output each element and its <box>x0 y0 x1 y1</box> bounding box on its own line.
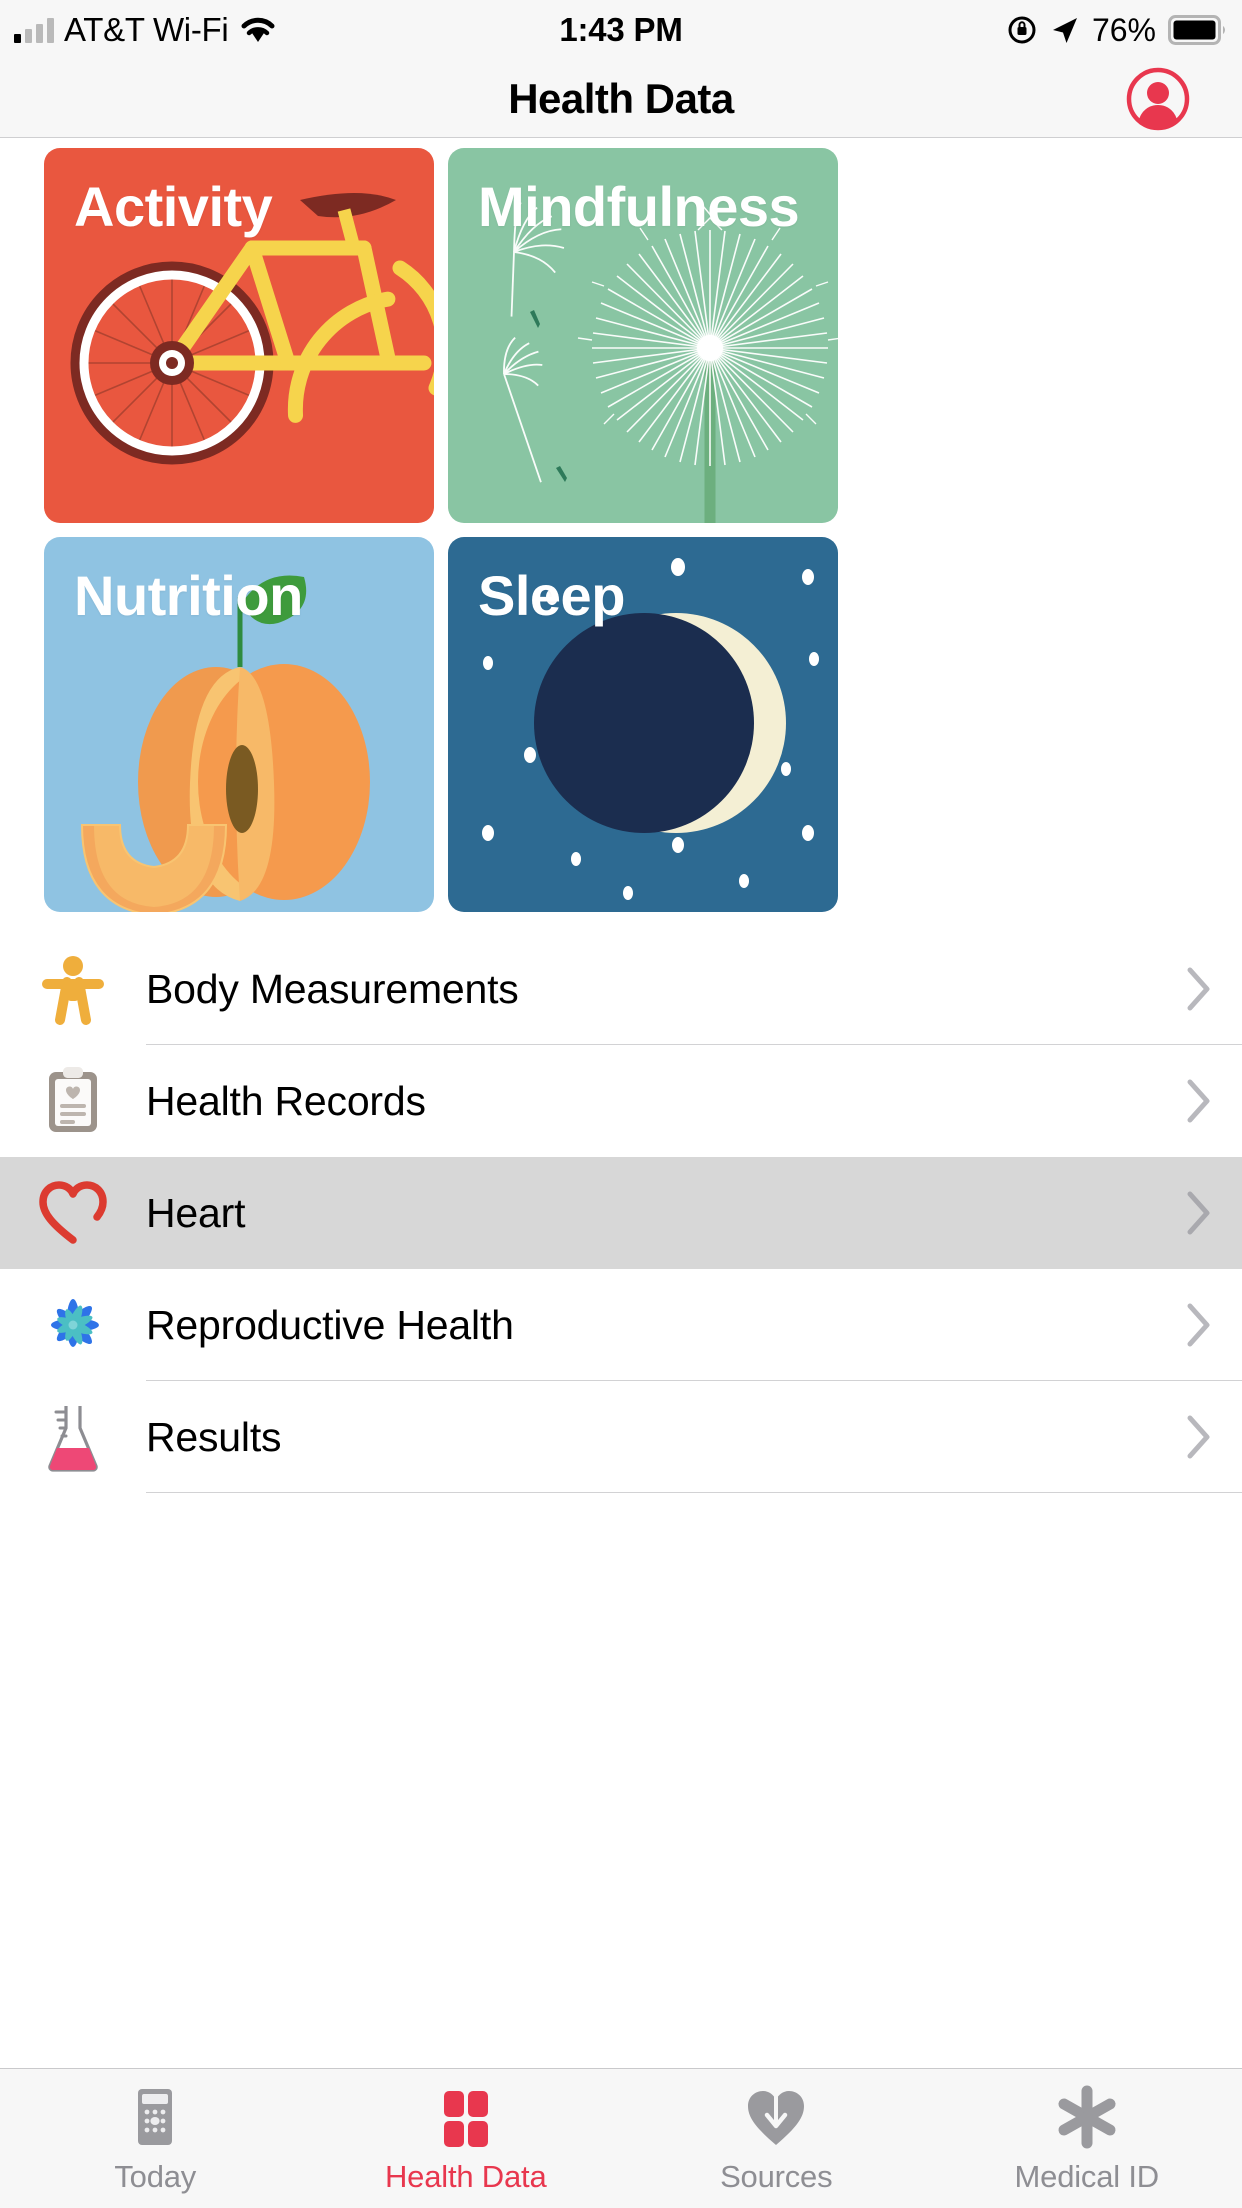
chevron-right-icon <box>1156 1191 1242 1235</box>
tab-label: Sources <box>720 2158 833 2194</box>
tab-medical-id[interactable]: Medical ID <box>932 2069 1242 2208</box>
tile-mindfulness-label: Mindfulness <box>478 175 800 238</box>
flower-icon <box>0 1288 146 1362</box>
location-arrow-icon <box>1052 18 1077 43</box>
list-item-label: Reproductive Health <box>146 1301 514 1348</box>
row-separator <box>146 1492 1242 1493</box>
tile-activity[interactable]: Activity <box>44 148 434 523</box>
tile-row-1: Activity Mindfulness <box>44 148 1198 523</box>
tile-nutrition-label: Nutrition <box>74 564 303 627</box>
health-grid-icon <box>443 2090 488 2147</box>
category-tile-grid: Activity Mindfulness Nutrition Sleep <box>44 148 1198 926</box>
clipboard-icon <box>0 1064 146 1138</box>
tile-sleep-label: Sleep <box>478 564 625 627</box>
chevron-right-icon <box>1156 1303 1242 1347</box>
tile-activity-label: Activity <box>74 175 273 238</box>
status-bar: AT&T Wi-Fi 1:43 PM 76% <box>0 0 1242 60</box>
chevron-right-icon <box>1156 1079 1242 1123</box>
health-data-screen: AT&T Wi-Fi 1:43 PM 76% Health Data Activ… <box>0 0 1242 2208</box>
lab-flask-icon <box>0 1400 146 1474</box>
list-item-results[interactable]: Results <box>0 1381 1242 1493</box>
sources-heart-icon <box>748 2088 805 2145</box>
list-item-heart[interactable]: Heart <box>0 1157 1242 1269</box>
chevron-right-icon <box>1156 967 1242 1011</box>
tile-nutrition[interactable]: Nutrition <box>44 537 434 912</box>
chevron-right-icon <box>1156 1415 1242 1459</box>
tab-sources[interactable]: Sources <box>621 2069 932 2208</box>
tab-label: Medical ID <box>1014 2158 1160 2194</box>
tile-mindfulness[interactable]: Mindfulness <box>448 148 838 523</box>
page-title: Health Data <box>508 74 734 122</box>
tile-sleep[interactable]: Sleep <box>448 537 838 912</box>
clock-label: 1:43 PM <box>559 11 683 48</box>
list-item-reproductive-health[interactable]: Reproductive Health <box>0 1269 1242 1381</box>
heart-outline-icon <box>0 1176 146 1250</box>
tab-today[interactable]: Today <box>0 2069 311 2208</box>
rotation-lock-icon <box>1008 16 1036 44</box>
tab-label: Health Data <box>384 2158 547 2194</box>
list-item-body-measurements[interactable]: Body Measurements <box>0 933 1242 1045</box>
navigation-bar: Health Data <box>0 60 1242 138</box>
today-calendar-icon <box>138 2088 173 2145</box>
tab-health-data[interactable]: Health Data <box>311 2069 622 2208</box>
list-item-health-records[interactable]: Health Records <box>0 1045 1242 1157</box>
tab-label: Today <box>114 2158 197 2194</box>
battery-icon <box>1168 15 1225 45</box>
tab-bar: Today Health Data Sources Medical ID <box>0 2068 1242 2208</box>
health-category-list: Body Measurements Health Records Heart R… <box>0 933 1242 1493</box>
list-item-label: Results <box>146 1413 282 1460</box>
battery-percent-label: 76% <box>1091 11 1156 48</box>
status-bar-right: 76% <box>1006 12 1226 49</box>
tile-row-2: Nutrition Sleep <box>44 537 1198 912</box>
profile-avatar-icon[interactable] <box>1126 67 1190 131</box>
body-person-icon <box>0 952 146 1026</box>
list-item-label: Body Measurements <box>146 965 519 1012</box>
list-item-label: Health Records <box>146 1077 426 1124</box>
list-item-label: Heart <box>146 1189 246 1236</box>
medical-id-icon <box>1058 2085 1116 2148</box>
